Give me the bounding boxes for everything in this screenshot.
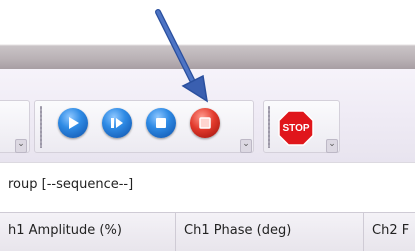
stop-sign-label: STOP — [282, 122, 310, 134]
emergency-overflow-button[interactable]: ⌄ — [326, 139, 338, 153]
stop-blue-button[interactable] — [146, 108, 176, 138]
toolbar-grip[interactable] — [268, 106, 270, 148]
group-label: roup [--sequence--] — [8, 177, 134, 192]
column-header-ch1-amplitude[interactable]: h1 Amplitude (%) — [0, 212, 176, 251]
square-stop-icon — [156, 118, 166, 128]
stop-red-button[interactable] — [190, 108, 220, 138]
play-button[interactable] — [58, 108, 88, 138]
column-header-ch2[interactable]: Ch2 F — [364, 212, 415, 251]
window-titlebar — [0, 0, 415, 69]
column-header-ch1-phase[interactable]: Ch1 Phase (deg) — [176, 212, 364, 251]
toolbar-overflow-button[interactable]: ⌄ — [15, 139, 27, 153]
toolbar-grip[interactable] — [40, 106, 42, 148]
step-button[interactable] — [102, 108, 132, 138]
square-stop-icon — [199, 117, 211, 129]
play-icon — [69, 117, 79, 129]
step-icon — [111, 118, 123, 128]
transport-overflow-button[interactable]: ⌄ — [240, 139, 252, 153]
